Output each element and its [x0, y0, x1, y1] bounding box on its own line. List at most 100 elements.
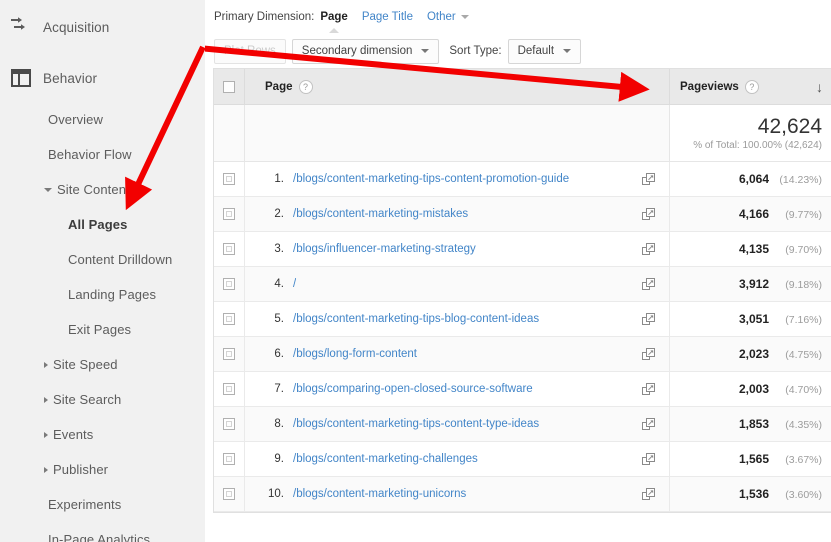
table-row[interactable]: 3. /blogs/influencer-marketing-strategy 4,… [214, 232, 831, 267]
sidebar-item-behavior-flow[interactable]: Behavior Flow [0, 137, 205, 172]
column-header-page[interactable]: Page ? [245, 69, 669, 104]
row-page-cell: 9. /blogs/content-marketing-challenges [245, 442, 669, 476]
row-pageviews-cell: 4,166 (9.77%) [669, 197, 831, 231]
open-in-new-window-icon[interactable] [641, 207, 655, 221]
table-row[interactable]: 5. /blogs/content-marketing-tips-blog-con… [214, 302, 831, 337]
table-row[interactable]: 9. /blogs/content-marketing-challenges 1,5… [214, 442, 831, 477]
table-totals-row: 42,624 % of Total: 100.00% (42,624) [214, 105, 831, 162]
row-page-link[interactable]: /blogs/comparing-open-closed-source-soft… [293, 383, 533, 395]
sort-type-button[interactable]: Default [507, 38, 582, 64]
checkbox-icon[interactable] [223, 278, 235, 290]
sidebar-item-publisher[interactable]: Publisher [0, 452, 205, 487]
row-page-link[interactable]: /blogs/influencer-marketing-strategy [293, 243, 476, 255]
open-in-new-window-icon[interactable] [641, 382, 655, 396]
sidebar-item-site-content[interactable]: Site Content [0, 172, 205, 207]
chevron-down-icon [44, 188, 52, 192]
row-checkbox-cell[interactable] [214, 162, 245, 196]
checkbox-icon[interactable] [223, 313, 235, 325]
sidebar-item-content-drilldown[interactable]: Content Drilldown [0, 242, 205, 277]
table-row[interactable]: 7. /blogs/comparing-open-closed-source-so… [214, 372, 831, 407]
table-row[interactable]: 4. / 3,912 (9.18%) [214, 267, 831, 302]
sidebar-item-events[interactable]: Events [0, 417, 205, 452]
row-page-cell: 8. /blogs/content-marketing-tips-content-… [245, 407, 669, 441]
primary-dimension-tab-page[interactable]: Page [320, 11, 348, 33]
row-checkbox-cell[interactable] [214, 197, 245, 231]
sidebar-item-landing-pages[interactable]: Landing Pages [0, 277, 205, 312]
open-in-new-window-icon[interactable] [641, 417, 655, 431]
open-in-new-window-icon[interactable] [641, 487, 655, 501]
open-in-new-window-icon[interactable] [641, 347, 655, 361]
row-checkbox-cell[interactable] [214, 442, 245, 476]
row-checkbox-cell[interactable] [214, 407, 245, 441]
row-checkbox-cell[interactable] [214, 302, 245, 336]
row-page-cell: 4. / [245, 267, 669, 301]
table-row[interactable]: 1. /blogs/content-marketing-tips-content-… [214, 162, 831, 197]
checkbox-icon[interactable] [223, 173, 235, 185]
table-body: 1. /blogs/content-marketing-tips-content-… [214, 162, 831, 512]
row-page-link[interactable]: /blogs/content-marketing-mistakes [293, 208, 468, 220]
report-main-panel: Primary Dimension: Page Page Title Other… [205, 0, 831, 542]
sidebar-item-site-speed[interactable]: Site Speed [0, 347, 205, 382]
table-row[interactable]: 6. /blogs/long-form-content 2,023 (4.75%) [214, 337, 831, 372]
open-in-new-window-icon[interactable] [641, 312, 655, 326]
row-pageviews-percent: (4.35%) [785, 419, 822, 431]
sidebar-item-site-search[interactable]: Site Search [0, 382, 205, 417]
help-question-icon[interactable]: ? [298, 79, 313, 94]
sidebar-item-experiments[interactable]: Experiments [0, 487, 205, 522]
row-checkbox-cell[interactable] [214, 337, 245, 371]
row-page-link[interactable]: /blogs/content-marketing-tips-blog-conte… [293, 313, 539, 325]
checkbox-icon[interactable] [223, 208, 235, 220]
column-header-pageviews[interactable]: Pageviews ? ↓ [669, 69, 831, 104]
row-page-link[interactable]: /blogs/content-marketing-tips-content-pr… [293, 173, 569, 185]
table-row[interactable]: 10. /blogs/content-marketing-unicorns 1,53… [214, 477, 831, 512]
open-in-new-window-icon[interactable] [641, 172, 655, 186]
sidebar-item-exit-pages[interactable]: Exit Pages [0, 312, 205, 347]
row-pageviews-cell: 4,135 (9.70%) [669, 232, 831, 266]
row-page-link[interactable]: /blogs/content-marketing-challenges [293, 453, 478, 465]
totals-page-cell [245, 105, 669, 161]
checkbox-icon[interactable] [223, 80, 235, 93]
checkbox-icon[interactable] [223, 418, 235, 430]
row-pageviews-value: 4,166 [738, 207, 769, 221]
open-in-new-window-icon[interactable] [641, 452, 655, 466]
table-row[interactable]: 8. /blogs/content-marketing-tips-content-… [214, 407, 831, 442]
plot-rows-button: Plot Rows [214, 38, 286, 64]
row-page-link[interactable]: /blogs/content-marketing-unicorns [293, 488, 466, 500]
chevron-right-icon [44, 431, 48, 438]
row-pageviews-percent: (9.18%) [785, 279, 822, 291]
row-page-link[interactable]: /blogs/content-marketing-tips-content-ty… [293, 418, 539, 430]
row-rank: 10. [268, 488, 284, 500]
primary-dimension-other-menu[interactable]: Other [427, 11, 469, 23]
row-rank: 4. [274, 278, 284, 290]
primary-dimension-tab-page-title[interactable]: Page Title [362, 11, 413, 23]
row-checkbox-cell[interactable] [214, 267, 245, 301]
sidebar-item-label: In-Page Analytics [48, 532, 151, 542]
secondary-dimension-button[interactable]: Secondary dimension [291, 38, 440, 64]
row-page-link[interactable]: /blogs/long-form-content [293, 348, 417, 360]
open-in-new-window-icon[interactable] [641, 242, 655, 256]
help-question-icon[interactable]: ? [744, 79, 759, 94]
row-checkbox-cell[interactable] [214, 477, 245, 511]
sidebar-item-label: Landing Pages [68, 287, 157, 302]
sidebar-item-all-pages[interactable]: All Pages [0, 207, 205, 242]
checkbox-icon[interactable] [223, 453, 235, 465]
row-checkbox-cell[interactable] [214, 232, 245, 266]
sidebar-item-behavior[interactable]: Behavior [0, 54, 205, 102]
table-row[interactable]: 2. /blogs/content-marketing-mistakes 4,166… [214, 197, 831, 232]
sidebar-item-in-page-analytics[interactable]: In-Page Analytics [0, 522, 205, 542]
row-checkbox-cell[interactable] [214, 372, 245, 406]
open-in-new-window-icon[interactable] [641, 277, 655, 291]
checkbox-icon[interactable] [223, 348, 235, 360]
checkbox-icon[interactable] [223, 383, 235, 395]
checkbox-icon[interactable] [223, 243, 235, 255]
sort-descending-arrow-icon[interactable]: ↓ [816, 80, 823, 94]
checkbox-icon[interactable] [223, 488, 235, 500]
row-page-cell: 6. /blogs/long-form-content [245, 337, 669, 371]
row-pageviews-cell: 2,003 (4.70%) [669, 372, 831, 406]
select-all-checkbox-cell[interactable] [214, 69, 245, 104]
sidebar-item-label: Exit Pages [68, 322, 132, 337]
sidebar-item-overview[interactable]: Overview [0, 102, 205, 137]
sidebar-item-acquisition[interactable]: Acquisition [0, 0, 205, 54]
row-page-link[interactable]: / [293, 278, 296, 290]
sidebar-item-label: Behavior [43, 70, 98, 86]
